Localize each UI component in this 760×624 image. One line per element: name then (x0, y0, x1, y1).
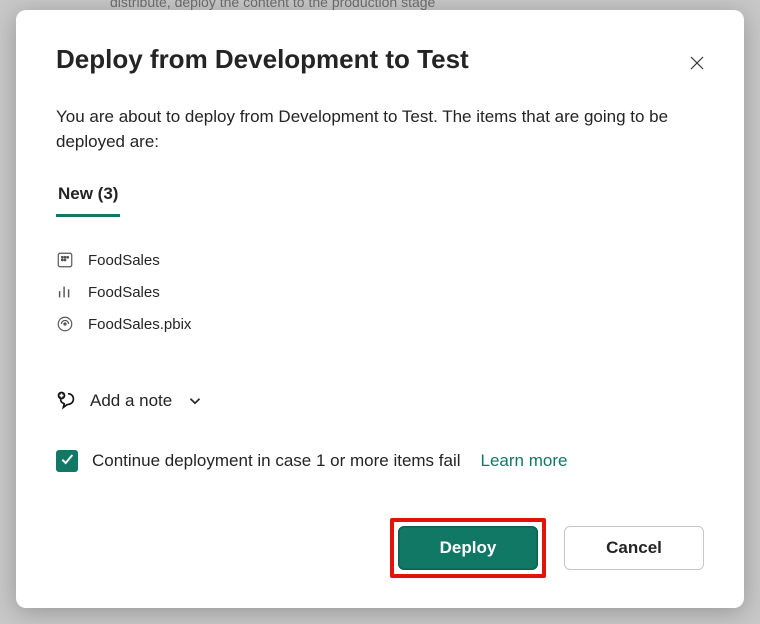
item-name: FoodSales (88, 284, 160, 301)
chevron-down-icon (186, 392, 204, 410)
close-icon (688, 60, 706, 75)
continue-on-fail-label: Continue deployment in case 1 or more it… (92, 451, 461, 471)
list-item: FoodSales (56, 251, 704, 269)
dataset-icon (56, 251, 74, 269)
report-icon (56, 283, 74, 301)
pbix-file-icon (56, 315, 74, 333)
list-item: FoodSales (56, 283, 704, 301)
modal-title: Deploy from Development to Test (56, 44, 469, 75)
item-name: FoodSales (88, 252, 160, 269)
cancel-button[interactable]: Cancel (564, 526, 704, 570)
deploy-modal: Deploy from Development to Test You are … (16, 10, 744, 608)
item-name: FoodSales.pbix (88, 316, 191, 333)
add-note-toggle[interactable]: Add a note (56, 390, 204, 412)
deploy-highlight-box: Deploy (390, 518, 546, 578)
item-list: FoodSales FoodSales (56, 251, 704, 333)
close-button[interactable] (684, 50, 710, 79)
continue-on-fail-checkbox[interactable] (56, 450, 78, 472)
list-item: FoodSales.pbix (56, 315, 704, 333)
add-note-icon (56, 390, 78, 412)
add-note-label: Add a note (90, 391, 172, 411)
modal-description: You are about to deploy from Development… (56, 105, 704, 154)
learn-more-link[interactable]: Learn more (481, 451, 568, 471)
deploy-button[interactable]: Deploy (398, 526, 538, 570)
checkmark-icon (59, 451, 75, 472)
tab-new[interactable]: New (3) (56, 184, 120, 217)
background-text: distribute, deploy the content to the pr… (110, 0, 435, 10)
